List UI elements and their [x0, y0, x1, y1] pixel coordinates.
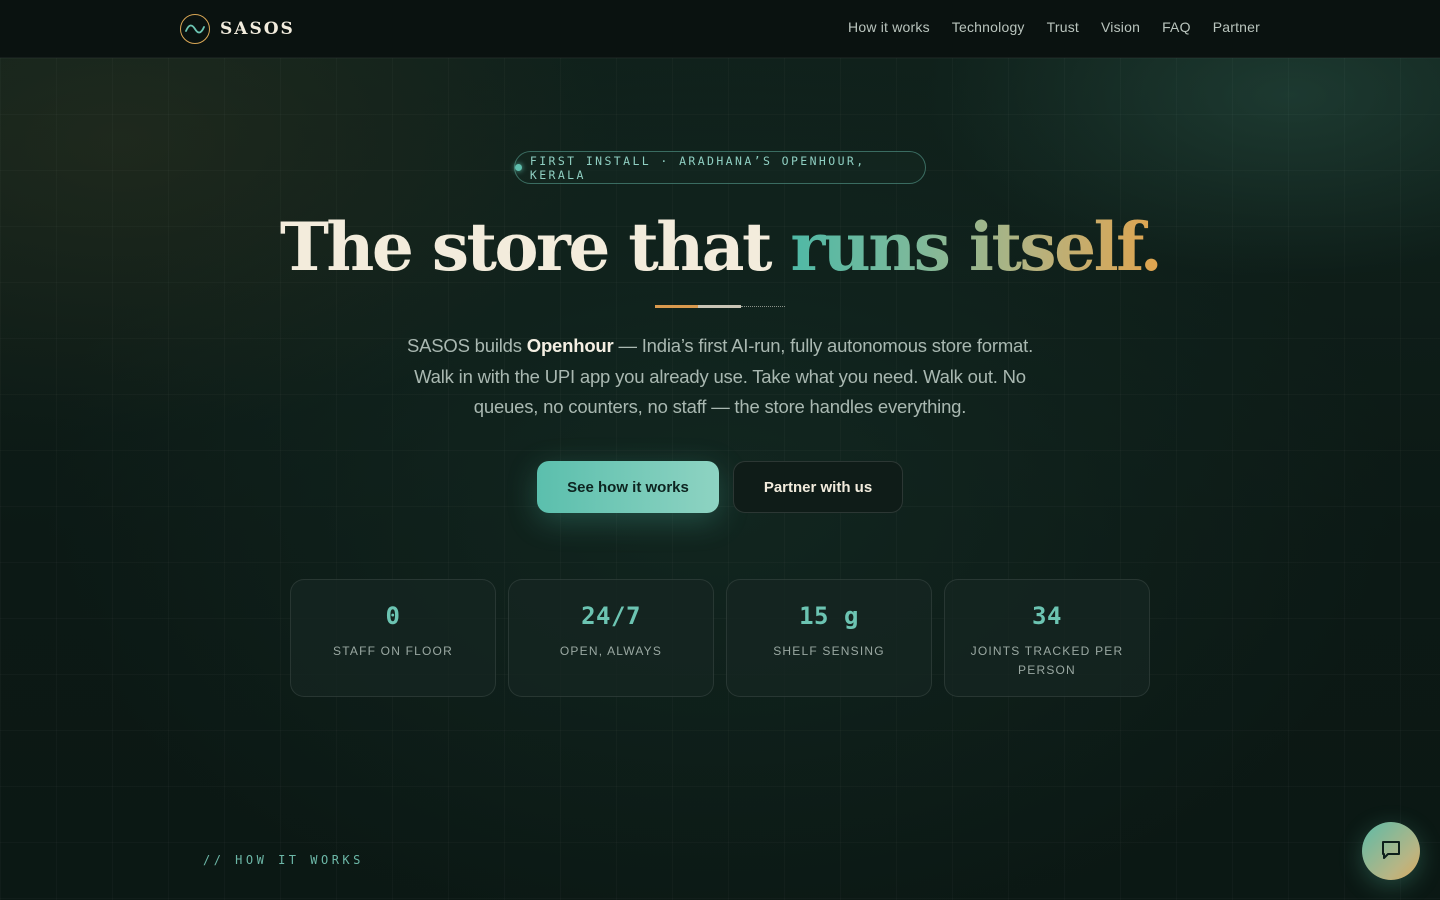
stat-card: 0 STAFF ON FLOOR — [290, 579, 496, 697]
chat-bubble-icon — [1379, 838, 1403, 865]
wave-logo-icon — [180, 14, 210, 44]
stat-label: STAFF ON FLOOR — [333, 644, 453, 658]
stat-card: 15 g SHELF SENSING — [726, 579, 932, 697]
stat-label: SHELF SENSING — [773, 644, 885, 658]
install-badge: FIRST INSTALL · ARADHANA’S OPENHOUR, KER… — [514, 151, 926, 184]
brand-name: SASOS — [220, 19, 295, 39]
nav-link-trust[interactable]: Trust — [1047, 19, 1079, 35]
lede-intro: SASOS builds — [406, 335, 527, 356]
chat-button[interactable] — [1362, 822, 1420, 880]
stat-card: 34 JOINTS TRACKED PER PERSON — [944, 579, 1150, 697]
install-badge-text: FIRST INSTALL · ARADHANA’S OPENHOUR, KER… — [529, 153, 866, 182]
nav-link-partner[interactable]: Partner — [1213, 19, 1260, 35]
hero-description: SASOS builds Openhour — India’s first AI… — [390, 331, 1050, 423]
nav-link-vision[interactable]: Vision — [1101, 19, 1140, 35]
stat-value: 15 g — [799, 602, 859, 630]
status-dot-icon — [515, 164, 522, 171]
stat-value: 24/7 — [581, 602, 641, 630]
see-how-it-works-button[interactable]: See how it works — [537, 461, 719, 513]
nav-link-technology[interactable]: Technology — [952, 19, 1025, 35]
stat-card: 24/7 OPEN, ALWAYS — [508, 579, 714, 697]
section-tag-how-it-works: // HOW IT WORKS — [203, 853, 364, 867]
stat-value: 34 — [1032, 602, 1062, 630]
brand[interactable]: SASOS — [180, 14, 295, 44]
background-grid — [0, 58, 1440, 900]
nav-link-faq[interactable]: FAQ — [1162, 19, 1191, 35]
nav-link-how-it-works[interactable]: How it works — [848, 19, 930, 35]
headline-accent: runs itself. — [790, 208, 1163, 286]
stat-label: OPEN, ALWAYS — [559, 644, 663, 658]
nav-links: How it works Technology Trust Vision FAQ… — [848, 19, 1260, 35]
partner-with-us-button[interactable]: Partner with us — [733, 461, 903, 513]
stat-value: 0 — [385, 602, 401, 630]
stats-row: 0 STAFF ON FLOOR 24/7 OPEN, ALWAYS 15 g … — [290, 579, 1150, 697]
stat-label: JOINTS TRACKED PER PERSON — [970, 644, 1124, 677]
hero-headline: The store that runs itself. — [0, 208, 1440, 286]
headline-main: The store that — [279, 208, 791, 286]
lede-product-name: Openhour — [526, 335, 614, 356]
headline-divider — [655, 305, 785, 308]
top-nav: SASOS How it works Technology Trust Visi… — [0, 0, 1440, 58]
